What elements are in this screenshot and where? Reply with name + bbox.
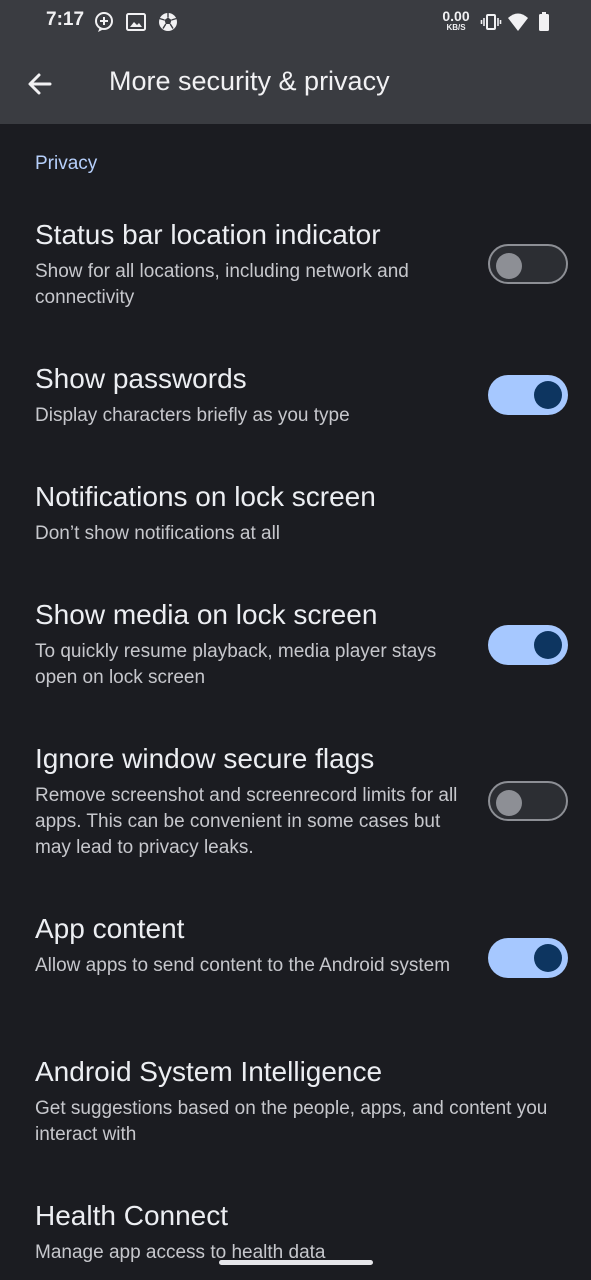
setting-title: Show passwords [35, 363, 247, 394]
toggle-knob [534, 381, 562, 409]
setting-app-content[interactable]: App content Allow apps to send content t… [0, 913, 591, 1013]
toggle-knob [534, 631, 562, 659]
soccer-ball-icon [159, 13, 177, 31]
setting-status-bar-location-indicator[interactable]: Status bar location indicator Show for a… [0, 219, 591, 319]
setting-title: Status bar location indicator [35, 219, 381, 250]
network-speed-unit: KB/S [446, 23, 466, 32]
setting-android-system-intelligence[interactable]: Android System Intelligence Get suggesti… [0, 1056, 591, 1156]
arrow-back-icon[interactable] [20, 64, 60, 104]
setting-title: Ignore window secure flags [35, 743, 375, 774]
setting-show-media-on-lock-screen[interactable]: Show media on lock screen To quickly res… [0, 599, 591, 699]
setting-subtitle: Get suggestions based on the people, app… [35, 1098, 548, 1145]
settings-screen: 7:17 0.00 KB/S More security & privacy P… [0, 0, 591, 1280]
app-content-toggle[interactable] [488, 938, 568, 978]
section-header-privacy: Privacy [35, 153, 98, 174]
setting-subtitle: To quickly resume playback, media player… [35, 641, 437, 688]
setting-subtitle: Allow apps to send content to the Androi… [35, 955, 451, 976]
setting-notifications-on-lock-screen[interactable]: Notifications on lock screen Don’t show … [0, 481, 591, 561]
setting-health-connect[interactable]: Health Connect Manage app access to heal… [0, 1200, 591, 1280]
setting-title: Health Connect [35, 1200, 229, 1231]
app-bar: More security & privacy [0, 44, 591, 124]
page-title: More security & privacy [109, 66, 390, 96]
home-gesture-bar[interactable] [219, 1260, 373, 1265]
show-passwords-toggle[interactable] [488, 375, 568, 415]
wifi-icon [508, 13, 528, 31]
image-icon [126, 13, 146, 31]
location-indicator-toggle[interactable] [488, 244, 568, 284]
setting-title: Notifications on lock screen [35, 481, 376, 512]
setting-title: Android System Intelligence [35, 1056, 383, 1087]
setting-subtitle: Remove screenshot and screenrecord limit… [35, 785, 458, 858]
setting-subtitle: Don’t show notifications at all [35, 523, 281, 544]
setting-subtitle: Display characters briefly as you type [35, 405, 350, 426]
battery-icon [539, 12, 549, 31]
ignore-secure-flags-toggle[interactable] [488, 781, 568, 821]
setting-title: App content [35, 913, 185, 944]
network-speed: 0.00 KB/S [438, 9, 474, 32]
show-media-toggle[interactable] [488, 625, 568, 665]
setting-subtitle: Show for all locations, including networ… [35, 261, 409, 308]
assistant-plus-icon [95, 12, 113, 32]
status-time: 7:17 [46, 9, 85, 30]
setting-title: Show media on lock screen [35, 599, 378, 630]
toggle-knob [534, 944, 562, 972]
status-bar: 7:17 0.00 KB/S [0, 0, 591, 44]
vibrate-icon [480, 14, 502, 30]
setting-ignore-window-secure-flags[interactable]: Ignore window secure flags Remove screen… [0, 743, 591, 868]
network-speed-value: 0.00 [442, 8, 470, 24]
setting-show-passwords[interactable]: Show passwords Display characters briefl… [0, 363, 591, 443]
toggle-knob [496, 253, 522, 279]
toggle-knob [496, 790, 522, 816]
